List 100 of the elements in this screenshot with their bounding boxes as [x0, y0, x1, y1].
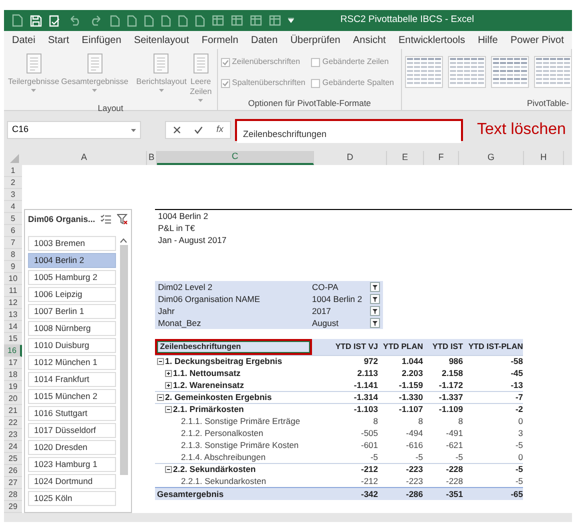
slicer-item[interactable]: 1004 Berlin 2 [28, 253, 116, 268]
row-header[interactable]: 3 [4, 189, 22, 201]
row-header[interactable]: 25 [4, 453, 22, 465]
scrollbar-thumb[interactable] [120, 245, 128, 475]
row-header[interactable]: 21 [4, 405, 22, 417]
clear-filter-icon[interactable] [117, 214, 128, 224]
row-header[interactable]: 23 [4, 429, 22, 441]
row-header[interactable]: 14 [4, 321, 22, 333]
save-icon[interactable] [30, 14, 42, 26]
table-style-thumbnail[interactable] [405, 56, 443, 88]
menu-tab[interactable]: Daten [250, 32, 278, 48]
row-header[interactable]: 5 [4, 213, 22, 225]
table-icon[interactable] [269, 15, 281, 26]
slicer-item[interactable]: 1020 Dresden [28, 440, 116, 455]
menu-tab[interactable]: Hilfe [478, 32, 498, 48]
document-icon[interactable] [127, 14, 137, 26]
slicer-item[interactable]: 1010 Duisburg [28, 338, 116, 353]
filter-button-icon[interactable] [370, 282, 380, 292]
row-header[interactable]: 8 [4, 249, 22, 261]
table-style-thumbnail[interactable] [534, 56, 571, 88]
filter-button-icon[interactable] [370, 318, 380, 328]
slicer-item[interactable]: 1016 Stuttgart [28, 406, 116, 421]
menu-tab[interactable]: Seitenlayout [134, 32, 189, 48]
menu-tab[interactable]: Power Pivot [510, 32, 564, 48]
slicer-item[interactable]: 1003 Bremen [28, 236, 116, 251]
document-icon[interactable] [110, 14, 120, 26]
slicer-item[interactable]: 1008 Nürnberg [28, 321, 116, 336]
table-style-thumbnail[interactable] [448, 56, 486, 88]
pivot-header-cell[interactable]: YTD PLAN [378, 341, 423, 353]
row-header[interactable]: 12 [4, 297, 22, 309]
menu-tab[interactable]: Datei [12, 32, 36, 48]
table-icon[interactable] [212, 15, 224, 26]
pivot-header-cell[interactable]: YTD IST VJ [312, 341, 378, 353]
pivot-header-cell[interactable]: YTD IST [423, 341, 463, 353]
document-icon[interactable] [178, 14, 188, 26]
row-header[interactable]: 4 [4, 201, 22, 213]
expand-icon[interactable] [165, 370, 172, 376]
slicer-item[interactable]: 1007 Berlin 1 [28, 304, 116, 319]
row-header[interactable]: 22 [4, 417, 22, 429]
slicer-item[interactable]: 1006 Leipzig [28, 287, 116, 302]
cancel-icon[interactable] [172, 126, 181, 134]
row-header[interactable]: 1 [4, 165, 22, 177]
row-header[interactable]: 24 [4, 441, 22, 453]
table-icon[interactable] [231, 15, 243, 26]
menu-tab[interactable]: Ansicht [353, 32, 386, 48]
row-header[interactable]: 20 [4, 393, 22, 405]
redo-icon[interactable] [89, 15, 103, 26]
document-icon[interactable] [195, 14, 205, 26]
slicer-item[interactable]: 1024 Dortmund [28, 474, 116, 489]
row-header[interactable]: 29 [4, 501, 22, 513]
row-header[interactable]: 11 [4, 285, 22, 297]
expand-icon[interactable] [165, 382, 172, 388]
row-header[interactable]: 6 [4, 225, 22, 237]
menu-tab[interactable]: Start [48, 32, 70, 48]
menu-tab[interactable]: Entwicklertools [398, 32, 466, 48]
slicer-item[interactable]: 1023 Hamburg 1 [28, 457, 116, 472]
document-icon[interactable] [161, 14, 171, 26]
collapse-icon[interactable] [165, 406, 172, 413]
row-header[interactable]: 16 [4, 345, 22, 357]
row-header[interactable]: 27 [4, 477, 22, 489]
row-header[interactable]: 28 [4, 489, 22, 501]
row-header[interactable]: 7 [4, 237, 22, 249]
row-header[interactable]: 9 [4, 261, 22, 273]
slicer-item[interactable]: 1015 München 2 [28, 389, 116, 404]
row-header[interactable]: 18 [4, 369, 22, 381]
collapse-icon[interactable] [165, 466, 172, 473]
collapse-icon[interactable] [157, 394, 164, 401]
slicer-item[interactable]: 1012 München 1 [28, 355, 116, 370]
row-header[interactable]: 2 [4, 177, 22, 189]
menu-tab[interactable]: Überprüfen [290, 32, 340, 48]
slicer-item[interactable]: 1014 Frankfurt [28, 372, 116, 387]
row-header[interactable]: 17 [4, 357, 22, 369]
column-header[interactable]: C [157, 151, 314, 165]
customize-caret-icon[interactable] [288, 18, 294, 24]
scroll-up-icon[interactable] [120, 238, 128, 243]
document-icon[interactable] [144, 14, 154, 26]
row-header[interactable]: 26 [4, 465, 22, 477]
collapse-icon[interactable] [157, 358, 164, 365]
multi-select-icon[interactable] [100, 214, 111, 224]
menu-tab[interactable]: Formeln [202, 32, 238, 48]
undo-icon[interactable] [68, 15, 82, 26]
insert-function-button[interactable]: fx [216, 123, 224, 137]
slicer-item[interactable]: 1017 Düsseldorf [28, 423, 116, 438]
column-header[interactable]: B [147, 151, 157, 165]
new-file-icon[interactable] [12, 14, 23, 27]
row-header[interactable]: 19 [4, 381, 22, 393]
filter-button-icon[interactable] [370, 306, 380, 316]
name-box[interactable]: C16 [7, 121, 141, 139]
pivot-header-cell[interactable]: Zeilenbeschriftungen [157, 341, 310, 353]
filter-button-icon[interactable] [370, 294, 380, 304]
row-header[interactable]: 10 [4, 273, 22, 285]
document-check-icon[interactable] [49, 14, 61, 26]
formula-field[interactable]: Zeilenbeschriftungen [235, 119, 463, 141]
check-icon[interactable] [194, 126, 203, 134]
row-header[interactable]: 15 [4, 333, 22, 345]
row-header[interactable]: 13 [4, 309, 22, 321]
menu-tab[interactable]: Einfügen [82, 32, 122, 48]
table-icon[interactable] [250, 15, 262, 26]
slicer-item[interactable]: 1005 Hamburg 2 [28, 270, 116, 285]
slicer-item[interactable]: 1025 Köln [28, 491, 116, 506]
